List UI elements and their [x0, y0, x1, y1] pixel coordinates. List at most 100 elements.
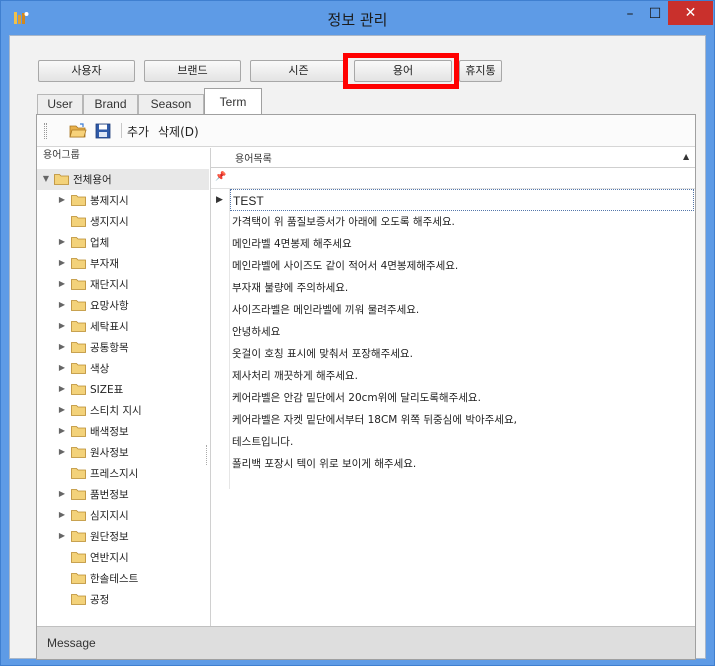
brand-button[interactable]: 브랜드 — [144, 60, 241, 82]
grid-row[interactable]: 부자재 불량에 주의하세요. — [230, 277, 694, 299]
expand-arrow-icon[interactable]: ▶ — [57, 342, 67, 351]
term-cell[interactable]: TEST — [230, 189, 694, 211]
expand-arrow-icon[interactable]: ▶ — [57, 279, 67, 288]
term-cell[interactable]: 사이즈라벨은 메인라벨에 끼워 물려주세요. — [230, 299, 694, 321]
maximize-button[interactable]: ☐ — [642, 3, 668, 25]
expand-arrow-icon[interactable]: ▶ — [57, 510, 67, 519]
term-list-header[interactable]: 용어목록 ▲ — [211, 148, 695, 168]
grid-row[interactable]: 케어라벨은 자켓 밑단에서부터 18CM 위쪽 뒤중심에 박아주세요, — [230, 409, 694, 431]
tree-item[interactable]: ▶ 품번정보 — [37, 484, 209, 505]
folder-icon — [71, 467, 86, 479]
term-cell[interactable]: 메인라벨 4면봉제 해주세요 — [230, 233, 694, 255]
term-cell[interactable]: 케어라벨은 자켓 밑단에서부터 18CM 위쪽 뒤중심에 박아주세요, — [230, 409, 694, 431]
grid-row[interactable]: TEST — [230, 189, 694, 211]
splitter-grip[interactable] — [206, 445, 209, 465]
grid-row[interactable]: 메인라벨에 사이즈도 같이 적어서 4면봉제해주세요. — [230, 255, 694, 277]
folder-icon — [71, 215, 86, 227]
tree-item[interactable]: ▶ 스티치 지시 — [37, 400, 209, 421]
tree-item[interactable]: ▶ 원단정보 — [37, 526, 209, 547]
term-cell[interactable]: 메인라벨에 사이즈도 같이 적어서 4면봉제해주세요. — [230, 255, 694, 277]
expand-arrow-icon[interactable]: ▶ — [57, 300, 67, 309]
tree-item[interactable]: 공정 — [37, 589, 209, 610]
grid-row[interactable]: 사이즈라벨은 메인라벨에 끼워 물려주세요. — [230, 299, 694, 321]
expand-arrow-icon[interactable]: ▶ — [57, 405, 67, 414]
expand-arrow-icon[interactable]: ▶ — [57, 384, 67, 393]
tree-item[interactable]: ▶ SIZE표 — [37, 379, 209, 400]
collapse-arrow-icon[interactable]: ▼ — [41, 174, 51, 183]
filter-row[interactable]: 📌 — [211, 169, 695, 189]
tree-item-label: 업체 — [90, 237, 110, 249]
tree-item[interactable]: ▶ 재단지시 — [37, 274, 209, 295]
app-window: 정보 관리 – ☐ ✕ 사용자 브랜드 시즌 용어 휴지통 User Brand… — [0, 0, 715, 666]
tree-item[interactable]: ▶ 원사정보 — [37, 442, 209, 463]
term-cell[interactable]: 테스트입니다. — [230, 431, 694, 453]
tab-user[interactable]: User — [37, 94, 83, 115]
term-list-grid: 용어목록 ▲ 📌 ▶ TEST 가격택이 위 품질보증서가 아래에 오도록 해주세… — [211, 148, 695, 626]
close-button[interactable]: ✕ — [668, 1, 713, 25]
grid-row[interactable]: 안녕하세요 — [230, 321, 694, 343]
folder-icon — [71, 278, 86, 290]
tree-item[interactable]: 연반지시 — [37, 547, 209, 568]
window-title: 정보 관리 — [327, 11, 388, 29]
tab-term[interactable]: Term — [204, 88, 262, 115]
expand-arrow-icon[interactable]: ▶ — [57, 258, 67, 267]
term-cell[interactable]: 안녕하세요 — [230, 321, 694, 343]
tree-item-label: 한솔테스트 — [90, 573, 139, 585]
folder-open-icon[interactable] — [69, 122, 87, 140]
term-cell[interactable]: 옷걸이 호칭 표시에 맞춰서 포장해주세요. — [230, 343, 694, 365]
add-button[interactable]: 추가 — [127, 123, 149, 140]
tree-item[interactable]: ▶ 공통항목 — [37, 337, 209, 358]
folder-icon — [71, 194, 86, 206]
tree-item[interactable]: 프레스지시 — [37, 463, 209, 484]
tree-item[interactable]: ▶ 세탁표시 — [37, 316, 209, 337]
tree-item[interactable]: ▶ 업체 — [37, 232, 209, 253]
tree-item[interactable]: ▶ 배색정보 — [37, 421, 209, 442]
grid-row[interactable]: 옷걸이 호칭 표시에 맞춰서 포장해주세요. — [230, 343, 694, 365]
folder-icon — [71, 257, 86, 269]
term-group-header: 용어그룹 — [43, 150, 80, 161]
expand-arrow-icon[interactable]: ▶ — [57, 426, 67, 435]
tree-item-root[interactable]: ▼ 전체용어 — [37, 169, 209, 190]
row-indicator-column: ▶ — [211, 189, 230, 489]
folder-icon — [71, 341, 86, 353]
toolbar-grip[interactable] — [44, 123, 47, 139]
save-icon[interactable] — [94, 122, 112, 140]
tab-brand[interactable]: Brand — [83, 94, 138, 115]
user-button[interactable]: 사용자 — [38, 60, 135, 82]
tree-item-label: 생지지시 — [90, 216, 129, 228]
title-bar[interactable]: 정보 관리 – ☐ ✕ — [1, 1, 714, 35]
tab-season[interactable]: Season — [138, 94, 204, 115]
tree-item-label: 색상 — [90, 363, 110, 375]
term-cell[interactable]: 제사처리 깨끗하게 해주세요. — [230, 365, 694, 387]
term-cell[interactable]: 가격택이 위 품질보증서가 아래에 오도록 해주세요. — [230, 211, 694, 233]
grid-row[interactable]: 메인라벨 4면봉제 해주세요 — [230, 233, 694, 255]
tree-item[interactable]: 한솔테스트 — [37, 568, 209, 589]
expand-arrow-icon[interactable]: ▶ — [57, 489, 67, 498]
expand-arrow-icon[interactable]: ▶ — [57, 237, 67, 246]
expand-arrow-icon[interactable]: ▶ — [57, 447, 67, 456]
tree-item[interactable]: ▶ 부자재 — [37, 253, 209, 274]
tree-item[interactable]: ▶ 심지지시 — [37, 505, 209, 526]
expand-arrow-icon[interactable]: ▶ — [57, 195, 67, 204]
delete-button[interactable]: 삭제(D) — [158, 123, 199, 140]
grid-row[interactable]: 케어라벨은 안감 밑단에서 20cm위에 달리도록해주세요. — [230, 387, 694, 409]
expand-arrow-icon[interactable]: ▶ — [57, 321, 67, 330]
expand-arrow-icon[interactable]: ▶ — [57, 363, 67, 372]
expand-arrow-icon[interactable]: ▶ — [57, 531, 67, 540]
tree-item[interactable]: ▶ 요망사항 — [37, 295, 209, 316]
folder-icon — [71, 530, 86, 542]
trash-button[interactable]: 휴지통 — [459, 60, 502, 82]
grid-row[interactable]: 제사처리 깨끗하게 해주세요. — [230, 365, 694, 387]
grid-row[interactable]: 테스트입니다. — [230, 431, 694, 453]
tree-item[interactable]: 생지지시 — [37, 211, 209, 232]
tree-item[interactable]: ▶ 봉제지시 — [37, 190, 209, 211]
term-cell[interactable]: 폴리백 포장시 텍이 위로 보이게 해주세요. — [230, 453, 694, 475]
term-cell[interactable]: 케어라벨은 안감 밑단에서 20cm위에 달리도록해주세요. — [230, 387, 694, 409]
highlight-box — [343, 53, 459, 89]
term-cell[interactable]: 부자재 불량에 주의하세요. — [230, 277, 694, 299]
grid-row[interactable]: 폴리백 포장시 텍이 위로 보이게 해주세요. — [230, 453, 694, 475]
grid-row[interactable]: 가격택이 위 품질보증서가 아래에 오도록 해주세요. — [230, 211, 694, 233]
tree-item[interactable]: ▶ 색상 — [37, 358, 209, 379]
season-button[interactable]: 시즌 — [250, 60, 347, 82]
minimize-button[interactable]: – — [618, 3, 642, 25]
